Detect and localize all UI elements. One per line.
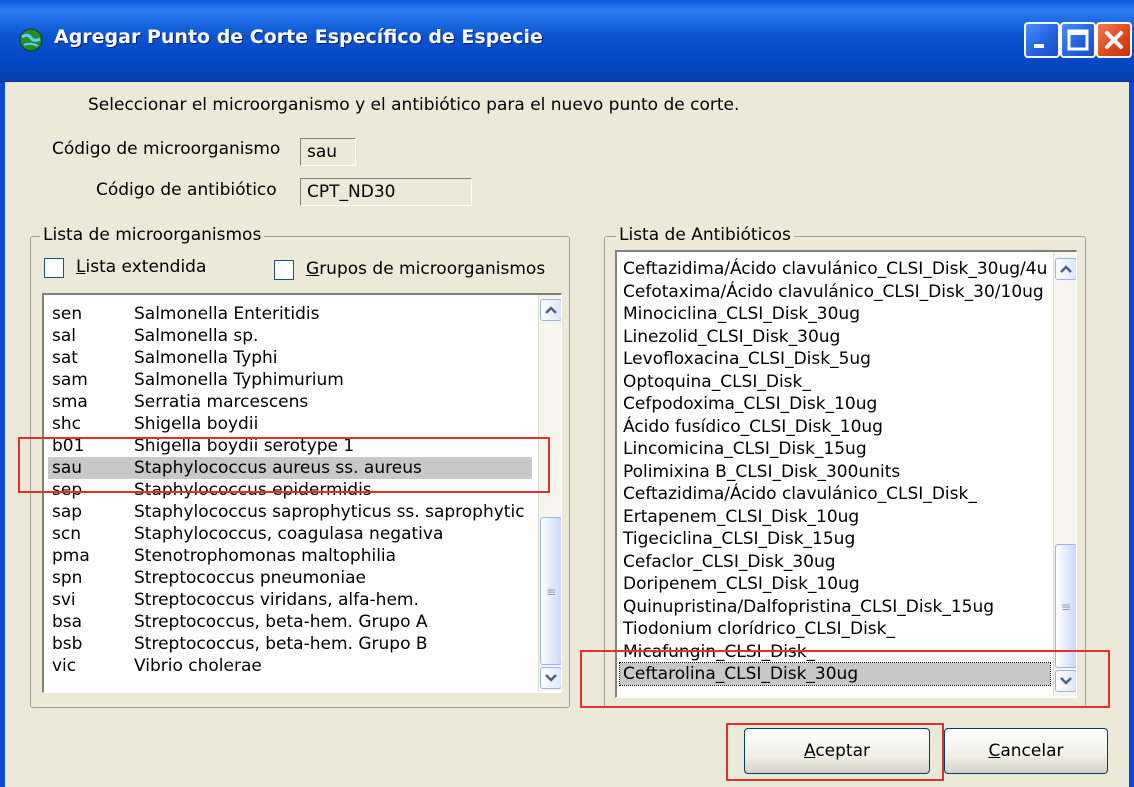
- list-item[interactable]: pma Stenotrophomonas maltophilia: [48, 545, 532, 567]
- list-item[interactable]: shc Shigella boydii: [48, 413, 532, 435]
- list-item[interactable]: Ceftazidima/Ácido clavulánico_CLSI_Disk_: [620, 483, 1050, 505]
- microorganisms-group-title: Lista de microorganismos: [40, 225, 265, 245]
- window-title: Agregar Punto de Corte Específico de Esp…: [54, 26, 543, 48]
- instruction-text: Seleccionar el microorganismo y el antib…: [88, 95, 740, 115]
- microorganism-code: bsa: [52, 612, 83, 632]
- list-item[interactable]: Ertapenem_CLSI_Disk_10ug: [620, 506, 1050, 528]
- list-item[interactable]: Ácido fusídico_CLSI_Disk_10ug: [620, 416, 1050, 438]
- highlight-antibiotic: [580, 650, 1110, 708]
- microorganism-code: scn: [52, 524, 81, 544]
- micro-code-field: sau: [300, 138, 356, 166]
- microorganism-code: svi: [52, 590, 76, 610]
- microorganism-code: sma: [52, 392, 88, 412]
- list-item[interactable]: Polimixina B_CLSI_Disk_300units: [620, 461, 1050, 483]
- list-item[interactable]: vic Vibrio cholerae: [48, 655, 532, 677]
- microorganism-name: Streptococcus, beta-hem. Grupo B: [134, 634, 428, 654]
- accept-button[interactable]: Aceptar: [744, 728, 930, 774]
- microorganism-name: Staphylococcus, coagulasa negativa: [134, 524, 444, 544]
- microorganism-scrollbar[interactable]: ≡: [538, 295, 561, 691]
- window-frame-left: [0, 82, 5, 787]
- list-item[interactable]: Cefotaxima/Ácido clavulánico_CLSI_Disk_3…: [620, 281, 1050, 303]
- extended-list-checkbox[interactable]: [44, 258, 64, 278]
- list-item[interactable]: svi Streptococcus viridans, alfa-hem.: [48, 589, 532, 611]
- title-bar[interactable]: Agregar Punto de Corte Específico de Esp…: [0, 0, 1134, 82]
- list-item[interactable]: scn Staphylococcus, coagulasa negativa: [48, 523, 532, 545]
- microorganism-name: Staphylococcus saprophyticus ss. saproph…: [134, 502, 525, 522]
- list-item[interactable]: spn Streptococcus pneumoniae: [48, 567, 532, 589]
- highlight-microorganism: [18, 437, 550, 493]
- microorganism-list[interactable]: sen Salmonella Enteritidis sal Salmonella s…: [42, 293, 562, 693]
- list-item[interactable]: sat Salmonella Typhi: [48, 347, 532, 369]
- list-item[interactable]: bsb Streptococcus, beta-hem. Grupo B: [48, 633, 532, 655]
- list-item[interactable]: Levofloxacina_CLSI_Disk_5ug: [620, 348, 1050, 370]
- list-item[interactable]: sen Salmonella Enteritidis: [48, 303, 532, 325]
- microorganism-name: Salmonella Typhi: [134, 348, 278, 368]
- antibiotic-list[interactable]: Ceftazidima/Ácido clavulánico_CLSI_Disk_…: [615, 250, 1077, 698]
- antibiotic-scrollbar[interactable]: ≡: [1053, 252, 1076, 696]
- minimize-icon: [1034, 44, 1044, 48]
- extended-list-label[interactable]: Lista extendida: [76, 257, 206, 277]
- microorganism-name: Streptococcus, beta-hem. Grupo A: [134, 612, 428, 632]
- list-item[interactable]: Tigeciclina_CLSI_Disk_15ug: [620, 528, 1050, 550]
- scroll-down-button[interactable]: [540, 667, 561, 689]
- microorganism-name: Vibrio cholerae: [134, 656, 262, 676]
- microorganism-name: Stenotrophomonas maltophilia: [134, 546, 397, 566]
- list-item[interactable]: Minociclina_CLSI_Disk_30ug: [620, 303, 1050, 325]
- globe-icon: [19, 28, 43, 52]
- microorganism-code: pma: [52, 546, 90, 566]
- chevron-up-icon: [1060, 265, 1072, 273]
- close-icon: [1105, 31, 1123, 49]
- microorganism-name: Shigella boydii: [134, 414, 259, 434]
- antibiotics-group-title: Lista de Antibióticos: [616, 225, 794, 245]
- cancel-button[interactable]: Cancelar: [944, 728, 1108, 774]
- maximize-icon: [1067, 29, 1089, 51]
- scroll-up-button[interactable]: [1055, 258, 1076, 280]
- scroll-up-button[interactable]: [540, 299, 561, 321]
- microorganism-name: Salmonella sp.: [134, 326, 259, 346]
- groups-label[interactable]: Grupos de microorganismos: [306, 259, 545, 279]
- list-item[interactable]: Quinupristina/Dalfopristina_CLSI_Disk_15…: [620, 596, 1050, 618]
- list-item[interactable]: bsa Streptococcus, beta-hem. Grupo A: [48, 611, 532, 633]
- antibiotic-code-field: CPT_ND30: [300, 178, 472, 206]
- microorganism-name: Streptococcus viridans, alfa-hem.: [134, 590, 419, 610]
- microorganism-code: sen: [52, 304, 83, 324]
- window-frame-right: [1129, 82, 1134, 787]
- groups-checkbox[interactable]: [274, 260, 294, 280]
- list-item[interactable]: sal Salmonella sp.: [48, 325, 532, 347]
- microorganism-code: vic: [52, 656, 77, 676]
- microorganism-name: Streptococcus pneumoniae: [134, 568, 366, 588]
- list-item[interactable]: Tiodonium clorídrico_CLSI_Disk_: [620, 618, 1050, 640]
- microorganism-code: sat: [52, 348, 78, 368]
- close-button[interactable]: [1096, 22, 1132, 58]
- list-item[interactable]: Cefpodoxima_CLSI_Disk_10ug: [620, 393, 1050, 415]
- maximize-button[interactable]: [1060, 22, 1096, 58]
- microorganism-name: Serratia marcescens: [134, 392, 309, 412]
- microorganism-code: sam: [52, 370, 88, 390]
- list-item[interactable]: Lincomicina_CLSI_Disk_15ug: [620, 438, 1050, 460]
- microorganism-name: Salmonella Typhimurium: [134, 370, 344, 390]
- list-item[interactable]: sap Staphylococcus saprophyticus ss. sapr…: [48, 501, 532, 523]
- chevron-up-icon: [545, 306, 557, 314]
- micro-code-label: Código de microorganismo: [52, 139, 281, 159]
- antibiotic-code-label: Código de antibiótico: [96, 180, 277, 200]
- list-item[interactable]: sam Salmonella Typhimurium: [48, 369, 532, 391]
- microorganism-name: Salmonella Enteritidis: [134, 304, 320, 324]
- list-item[interactable]: sma Serratia marcescens: [48, 391, 532, 413]
- list-item[interactable]: Cefaclor_CLSI_Disk_30ug: [620, 551, 1050, 573]
- minimize-button[interactable]: [1024, 22, 1060, 58]
- list-item[interactable]: Doripenem_CLSI_Disk_10ug: [620, 573, 1050, 595]
- chevron-down-icon: [545, 674, 557, 682]
- microorganism-code: sap: [52, 502, 83, 522]
- microorganism-code: shc: [52, 414, 81, 434]
- list-item[interactable]: Linezolid_CLSI_Disk_30ug: [620, 326, 1050, 348]
- list-item[interactable]: Optoquina_CLSI_Disk_: [620, 371, 1050, 393]
- scroll-thumb[interactable]: ≡: [540, 517, 561, 665]
- microorganism-code: spn: [52, 568, 83, 588]
- microorganism-code: sal: [52, 326, 76, 346]
- microorganism-code: bsb: [52, 634, 83, 654]
- list-item[interactable]: Ceftazidima/Ácido clavulánico_CLSI_Disk_…: [620, 258, 1050, 280]
